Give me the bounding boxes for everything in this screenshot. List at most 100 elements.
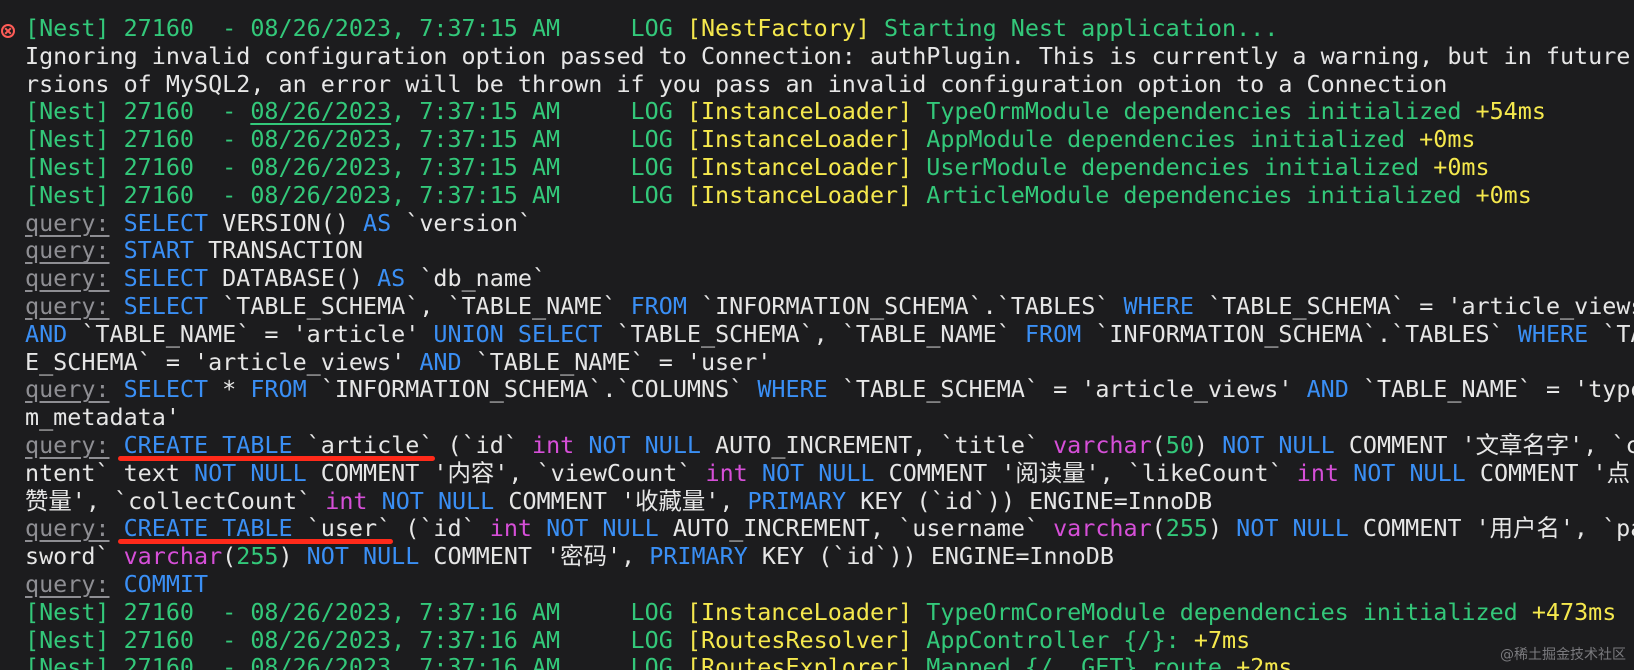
- log-text-segment: COMMENT '文章名字', `co: [1334, 430, 1634, 459]
- log-text-segment: NOT NULL: [1222, 430, 1335, 459]
- terminal-line: 赞量', `collectCount` int NOT NULL COMMENT…: [0, 486, 1634, 516]
- terminal-line: AND `TABLE_NAME` = 'article' UNION SELEC…: [0, 319, 1634, 349]
- log-text-segment: Starting Nest application...: [884, 14, 1279, 42]
- log-text-segment: UserModule dependencies initialized: [926, 152, 1434, 181]
- log-text-segment: `TABLE_SCHEMA` = 'article_views': [827, 375, 1307, 404]
- log-text-segment: DATABASE(): [208, 264, 378, 293]
- terminal-output[interactable]: [Nest] 27160 - 08/26/2023, 7:37:15 AM LO…: [0, 0, 1634, 670]
- log-text-segment: [Nest] 27160 -: [25, 97, 251, 126]
- log-text-segment: COMMENT '阅读量', `likeCount`: [874, 458, 1297, 487]
- log-text-segment: TRANSACTION: [194, 236, 364, 265]
- log-text-segment: [110, 431, 124, 459]
- log-text-segment: sword`: [25, 542, 124, 571]
- log-text-segment: `TABLE_NAME` = 'user': [461, 347, 772, 376]
- terminal-line: query: SELECT * FROM `INFORMATION_SCHEMA…: [0, 375, 1634, 404]
- log-text-segment: SELECT: [517, 319, 603, 348]
- log-text-segment: int: [1296, 458, 1340, 487]
- terminal-line: query: COMMIT: [0, 569, 1634, 599]
- terminal-line: query: SELECT `TABLE_SCHEMA`, `TABLE_NAM…: [0, 291, 1634, 321]
- log-text-segment: 255: [236, 542, 279, 571]
- log-text-segment: `TABLE_NAME` = 'article': [67, 319, 434, 348]
- log-text-segment: VERSION(): [208, 208, 363, 237]
- query-label: query:: [25, 208, 110, 237]
- query-label: query:: [25, 430, 110, 459]
- log-text-segment: NOT NULL: [306, 542, 420, 571]
- log-text-segment: [110, 514, 124, 542]
- log-text-segment: `TABLE_NAME` = 'typeor: [1362, 375, 1634, 404]
- terminal-line: E_SCHEMA` = 'article_views' AND `TABLE_N…: [0, 347, 1634, 377]
- log-text-segment: UNION: [433, 319, 504, 348]
- log-text-segment: [InstanceLoader]: [686, 125, 927, 154]
- log-text-segment: KEY (`id`)) ENGINE=InnoDB: [747, 542, 1114, 571]
- log-text-segment: COMMENT '收藏量',: [494, 486, 748, 515]
- log-text-segment: [RoutesResolver]: [686, 625, 927, 654]
- error-circle-x-icon: [1, 17, 19, 38]
- log-text-segment: +54ms: [1475, 97, 1546, 126]
- log-text-segment: `db_name`: [405, 264, 547, 293]
- log-text-segment: AS: [377, 264, 406, 293]
- log-text-segment: [Nest] 27160 - 08/26/2023, 7:37:15 AM LO…: [25, 152, 687, 181]
- log-text-segment: SELECT: [123, 264, 209, 293]
- log-text-segment: [110, 264, 124, 292]
- log-text-segment: SELECT: [123, 291, 209, 320]
- log-text-segment: +7ms: [1193, 625, 1251, 654]
- log-text-segment: [Nest] 27160 - 08/26/2023, 7:37:16 AM LO…: [25, 625, 687, 654]
- log-text-segment: FROM: [1024, 319, 1082, 348]
- log-text-segment: AS: [363, 208, 392, 237]
- log-text-segment: [532, 514, 546, 542]
- log-text-segment: [NestFactory]: [686, 14, 885, 42]
- log-text-segment: varchar: [123, 542, 223, 571]
- log-text-segment: PRIMARY: [649, 542, 748, 571]
- log-text-segment: [Nest] 27160 - 08/26/2023, 7:37:15 AM LO…: [25, 180, 687, 209]
- log-text-segment: int: [705, 458, 748, 487]
- log-text-segment: AUTO_INCREMENT, `title`: [701, 430, 1054, 459]
- red-underline-annotation: [117, 455, 436, 461]
- log-text-segment: [110, 375, 124, 403]
- log-text-segment: [Nest] 27160 - 08/26/2023, 7:37:16 AM LO…: [25, 597, 687, 626]
- log-text-segment: `user` (`id`: [292, 514, 490, 543]
- terminal-line: [Nest] 27160 - 08/26/2023, 7:37:15 AM LO…: [0, 152, 1634, 182]
- terminal-line: [Nest] 27160 - 08/26/2023, 7:37:16 AM LO…: [0, 653, 1634, 670]
- log-text-segment: WHERE: [757, 375, 828, 404]
- log-text-segment: `version`: [391, 208, 532, 237]
- watermark: @稀土掘金技术社区: [1500, 647, 1626, 663]
- log-text-segment: FROM: [630, 291, 687, 320]
- log-text-segment: COMMENT '内容', `viewCount`: [306, 458, 706, 487]
- log-text-segment: varchar: [1053, 514, 1152, 543]
- log-text-segment: [1339, 459, 1353, 487]
- log-text-segment: (: [1151, 430, 1166, 459]
- log-text-segment: TypeOrmCoreModule dependencies initializ…: [926, 597, 1532, 626]
- log-text-segment: START: [123, 236, 195, 265]
- log-text-segment: `INFORMATION_SCHEMA`.`TABLES`: [1081, 319, 1518, 348]
- log-text-segment: [InstanceLoader]: [686, 180, 927, 209]
- query-label: query:: [25, 514, 110, 543]
- log-text-segment: NOT NULL: [1236, 514, 1349, 543]
- log-text-segment: [110, 209, 124, 237]
- log-text-segment: +473ms: [1531, 597, 1617, 626]
- log-text-segment: ): [1193, 430, 1223, 459]
- terminal-line: sword` varchar(255) NOT NULL COMMENT '密码…: [0, 542, 1634, 571]
- log-text-segment: AUTO_INCREMENT, `username`: [658, 514, 1054, 543]
- log-text-segment: `TABLE_SCHEMA`, `TABLE_NAME`: [602, 319, 1025, 348]
- terminal-line: [Nest] 27160 - 08/26/2023, 7:37:15 AM LO…: [0, 125, 1634, 154]
- log-text-segment: [Nest] 27160 - 08/26/2023, 7:37:15 AM LO…: [25, 125, 687, 154]
- log-text-segment: NOT NULL: [194, 458, 307, 487]
- log-text-segment: [110, 292, 124, 320]
- log-text-segment: [748, 459, 762, 487]
- red-underline-annotation: [117, 539, 394, 545]
- log-text-segment: COMMIT: [123, 569, 209, 598]
- log-text-segment: 255: [1165, 514, 1208, 543]
- log-text-segment: NOT NULL: [1353, 458, 1466, 487]
- log-text-segment: KEY (`id`)) ENGINE=InnoDB: [846, 486, 1213, 515]
- log-text-segment: E_SCHEMA` = 'article_views': [25, 347, 420, 376]
- log-text-segment: [Nest] 27160 - 08/26/2023, 7:37:16 AM LO…: [25, 653, 687, 670]
- log-text-segment: 赞量', `collectCount`: [25, 486, 326, 515]
- log-text-segment: SELECT: [123, 208, 209, 237]
- log-text-segment: AND: [419, 347, 462, 376]
- log-text-segment: ): [1208, 514, 1237, 543]
- log-text-segment: NOT NULL: [381, 486, 495, 515]
- terminal-line: query: START TRANSACTION: [0, 236, 1634, 265]
- log-text-segment: int: [325, 486, 368, 515]
- log-text-segment: [RoutesExplorer]: [686, 653, 927, 670]
- terminal-line: m_metadata': [0, 403, 1634, 432]
